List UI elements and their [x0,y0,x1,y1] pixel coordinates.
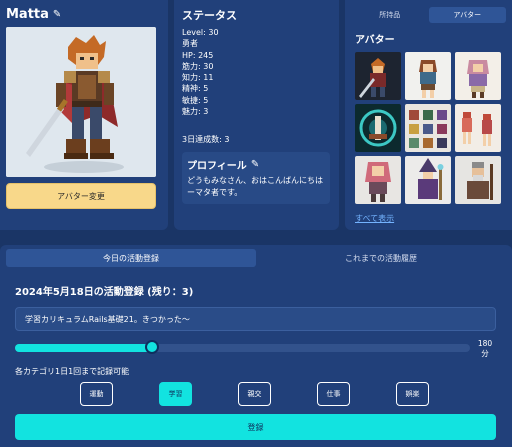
profile-title-row: プロフィール ✎ [187,157,259,172]
change-avatar-button[interactable]: アバター変更 [6,183,156,209]
stat-class: 勇者 [182,39,198,49]
profile-panel: Matta ✎ アバター変更 [0,0,168,230]
status-panel: ステータス Level: 30 勇者 HP: 245 筋力: 30 知力: 11… [174,0,339,230]
avatar-thumb-elder[interactable] [455,156,501,204]
category-exercise-button[interactable]: 運動 [80,382,113,406]
stat-strength: 筋力: 30 [182,61,214,71]
category-work-button[interactable]: 仕事 [317,382,350,406]
category-study-button[interactable]: 学習 [159,382,192,406]
activity-tabs: 今日の活動登録 これまでの活動履歴 [6,249,506,267]
slider-knob[interactable] [145,340,159,354]
category-social-button[interactable]: 親交 [238,382,271,406]
stat-agility: 敏捷: 5 [182,95,209,105]
submit-button[interactable]: 登録 [15,414,496,440]
avatar-grid [355,52,505,204]
name-row: Matta ✎ [6,7,61,22]
duration-slider[interactable] [15,340,470,354]
profile-title: プロフィール [187,161,247,172]
inventory-tabs: 所持品 アバター [351,7,506,23]
stats-list: Level: 30 勇者 HP: 245 筋力: 30 知力: 11 精神: 5… [182,27,219,117]
avatar-thumb-item-sheet[interactable] [405,104,451,152]
tab-today-activity[interactable]: 今日の活動登録 [6,249,256,267]
edit-profile-icon[interactable]: ✎ [251,159,259,170]
avatar-panel: 所持品 アバター アバター すべて表示 [345,0,512,230]
avatar-thumb-knight[interactable] [355,52,401,100]
activity-text-input[interactable]: 学習カリキュラムRails基礎21。きつかった〜 [15,307,496,331]
slider-fill [15,344,152,352]
avatar-thumb-emblem[interactable] [355,104,401,152]
avatar-thumb-wizard[interactable] [405,156,451,204]
profile-text: どうもみなさん、おはこんばんにちはーマタ者です。 [187,176,323,197]
tab-inventory[interactable]: 所持品 [351,7,429,23]
avatar-thumb-dancers[interactable] [455,104,501,152]
category-note: 各カテゴリ1日1回まで記録可能 [15,367,130,376]
show-all-link[interactable]: すべて表示 [355,213,394,224]
stat-hp: HP: 245 [182,50,214,60]
slider-value-display: 180 分 [474,339,496,359]
category-fun-button[interactable]: 娯楽 [396,382,429,406]
activity-panel: 今日の活動登録 これまでの活動履歴 2024年5月18日の活動登録 (残り：3)… [0,245,512,447]
avatar-heading: アバター [355,35,395,46]
slider-value: 180 [477,339,493,348]
profile-box: プロフィール ✎ どうもみなさん、おはこんばんにちはーマタ者です。 [182,152,330,204]
stat-spirit: 精神: 5 [182,84,209,94]
pixel-hero-image [6,27,156,177]
avatar-thumb-mage-girl[interactable] [455,52,501,100]
avatar-thumb-adventurer-girl[interactable] [405,52,451,100]
avatar-portrait [6,27,156,177]
status-title: ステータス [182,9,237,22]
stat-level: Level: 30 [182,28,219,37]
user-name: Matta [6,7,49,22]
avatar-thumb-pink-hair[interactable] [355,156,401,204]
edit-name-icon[interactable]: ✎ [53,9,61,20]
tab-activity-history[interactable]: これまでの活動履歴 [256,249,506,267]
stat-intelligence: 知力: 11 [182,73,214,83]
tab-avatar[interactable]: アバター [428,7,506,23]
completed-count: 3日達成数: 3 [182,135,230,144]
stat-charm: 魅力: 3 [182,107,209,117]
activity-title: 2024年5月18日の活動登録 (残り：3) [15,287,194,298]
slider-unit: 分 [481,349,489,358]
category-buttons: 運動 学習 親交 仕事 娯楽 [80,382,429,406]
